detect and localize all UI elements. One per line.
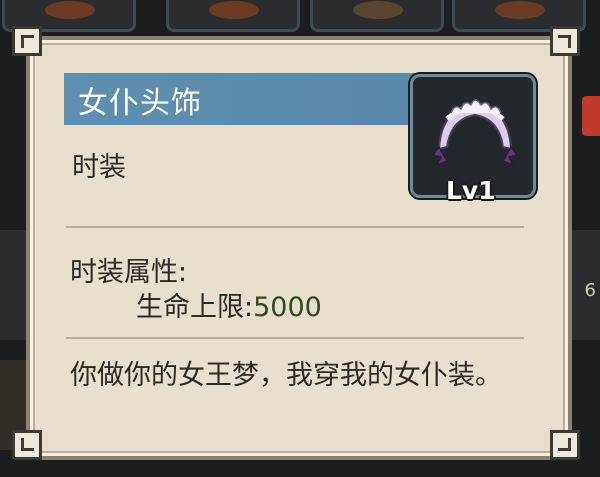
red-tab-button[interactable]: [582, 96, 600, 136]
inventory-slot[interactable]: [310, 0, 444, 32]
divider: [66, 337, 524, 339]
item-name: 女仆头饰: [78, 86, 202, 121]
maid-headdress-icon: [431, 99, 519, 167]
item-thumbnail: [209, 1, 259, 19]
corner-ornament-icon: [12, 430, 42, 460]
background-panel-left: [0, 230, 28, 340]
item-category: 时装: [72, 152, 126, 183]
stat-name: 生命上限:: [136, 292, 254, 323]
attributes-header: 时装属性:: [70, 257, 188, 288]
item-thumbnail: [45, 1, 95, 19]
item-description: 你做你的女王梦，我穿我的女仆装。: [70, 360, 502, 391]
stat-line: 生命上限:5000: [136, 285, 322, 324]
corner-ornament-icon: [550, 430, 580, 460]
background-partial-text: 6: [584, 280, 596, 301]
item-level: Lv1: [446, 176, 496, 205]
corner-ornament-icon: [12, 26, 42, 56]
item-thumbnail: [495, 1, 545, 19]
corner-ornament-icon: [550, 26, 580, 56]
stat-value: 5000: [253, 292, 322, 323]
item-thumbnail: [353, 1, 403, 19]
inventory-slot[interactable]: [166, 0, 300, 32]
divider: [66, 226, 524, 228]
